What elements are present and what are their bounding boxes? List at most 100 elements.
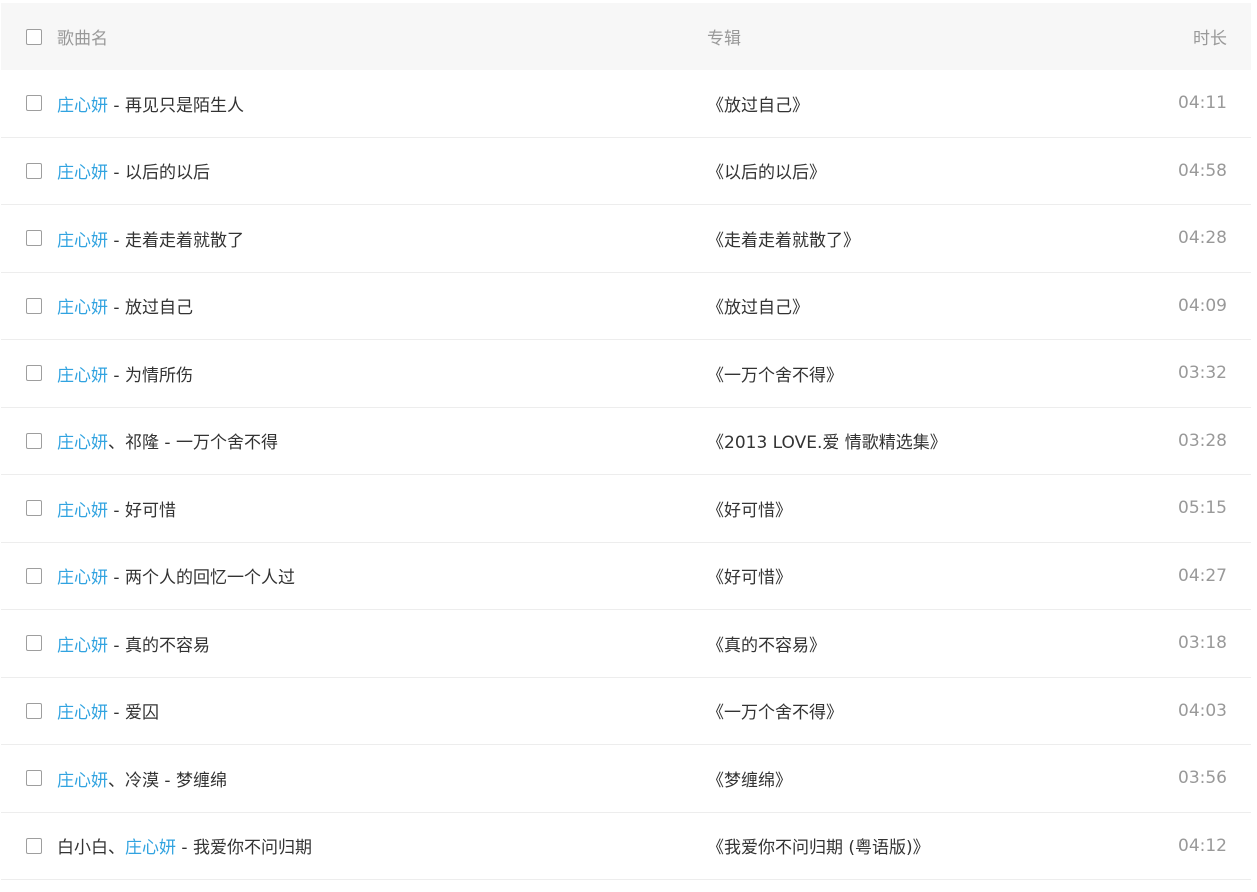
artist-link[interactable]: 庄心妍 — [57, 636, 108, 656]
table-row[interactable]: 庄心妍 - 再见只是陌生人 《放过自己》 04:11 — [1, 70, 1251, 138]
song-title-cell: 庄心妍 - 以后的以后 — [57, 158, 707, 183]
table-row[interactable]: 庄心妍 - 真的不容易 《真的不容易》 03:18 — [1, 610, 1251, 678]
song-rows: 庄心妍 - 再见只是陌生人 《放过自己》 04:11 庄心妍 - 以后的以后 《以后的以… — [1, 70, 1251, 880]
row-checkbox-cell — [1, 678, 57, 745]
table-row[interactable]: 白小白、庄心妍 - 我爱你不问归期 《我爱你不问归期 (粤语版)》 04:12 — [1, 813, 1251, 880]
checkbox-icon[interactable] — [26, 567, 42, 584]
artist-link[interactable]: 庄心妍 — [57, 703, 108, 723]
album-link[interactable]: 《2013 LOVE.爱 情歌精选集》 — [707, 433, 947, 453]
checkbox-icon[interactable] — [26, 500, 42, 517]
duration-cell: 03:28 — [1178, 430, 1227, 451]
row-checkbox-cell — [1, 610, 57, 677]
checkbox-icon[interactable] — [26, 837, 42, 854]
song-title-cell: 庄心妍 - 好可惜 — [57, 496, 707, 521]
song-name[interactable]: 好可惜 — [125, 501, 176, 521]
header-duration: 时长 — [1193, 29, 1227, 49]
song-title-cell: 庄心妍 - 放过自己 — [57, 293, 707, 318]
song-title-cell: 庄心妍 - 为情所伤 — [57, 361, 707, 386]
table-row[interactable]: 庄心妍、冷漠 - 梦缠绵 《梦缠绵》 03:56 — [1, 745, 1251, 813]
select-all-checkbox[interactable] — [26, 28, 42, 45]
album-link[interactable]: 《一万个舍不得》 — [707, 366, 843, 386]
song-name[interactable]: 为情所伤 — [125, 366, 193, 386]
song-name[interactable]: 梦缠绵 — [176, 771, 227, 791]
checkbox-icon[interactable] — [26, 297, 42, 314]
song-name[interactable]: 走着走着就散了 — [125, 231, 244, 251]
row-checkbox-cell — [1, 340, 57, 407]
album-cell: 《放过自己》 — [707, 91, 1131, 116]
song-list-header: 歌曲名 专辑 时长 — [1, 3, 1251, 70]
duration-cell: 03:56 — [1178, 768, 1227, 789]
album-link[interactable]: 《放过自己》 — [707, 298, 809, 318]
row-checkbox-cell — [1, 543, 57, 610]
checkbox-icon[interactable] — [26, 162, 42, 179]
duration-cell: 03:18 — [1178, 633, 1227, 654]
table-row[interactable]: 庄心妍 - 两个人的回忆一个人过 《好可惜》 04:27 — [1, 543, 1251, 610]
artist-link[interactable]: 庄心妍 — [57, 96, 108, 116]
album-link[interactable]: 《梦缠绵》 — [707, 771, 792, 791]
song-title-cell: 庄心妍 - 再见只是陌生人 — [57, 91, 707, 116]
album-link[interactable]: 《走着走着就散了》 — [707, 231, 860, 251]
song-name[interactable]: 再见只是陌生人 — [125, 96, 244, 116]
artist-link[interactable]: 庄心妍 — [125, 838, 176, 858]
album-link[interactable]: 《放过自己》 — [707, 96, 809, 116]
table-row[interactable]: 庄心妍 - 走着走着就散了 《走着走着就散了》 04:28 — [1, 205, 1251, 273]
table-row[interactable]: 庄心妍 - 好可惜 《好可惜》 05:15 — [1, 475, 1251, 543]
select-all-cell — [1, 3, 57, 70]
song-name[interactable]: 真的不容易 — [125, 636, 210, 656]
duration-cell: 04:09 — [1178, 295, 1227, 316]
artist-song-dash: - — [108, 635, 125, 656]
duration-cell: 04:28 — [1178, 228, 1227, 249]
artist-separator: 、 — [108, 770, 125, 791]
album-link[interactable]: 《好可惜》 — [707, 501, 792, 521]
table-row[interactable]: 庄心妍 - 以后的以后 《以后的以后》 04:58 — [1, 138, 1251, 205]
checkbox-icon[interactable] — [26, 95, 42, 112]
duration-cell: 04:12 — [1178, 835, 1227, 856]
album-cell: 《2013 LOVE.爱 情歌精选集》 — [707, 428, 1131, 453]
artist-song-dash: - — [108, 230, 125, 251]
song-name[interactable]: 我爱你不问归期 — [193, 838, 312, 858]
album-link[interactable]: 《一万个舍不得》 — [707, 703, 843, 723]
song-name[interactable]: 放过自己 — [125, 298, 193, 318]
song-name[interactable]: 两个人的回忆一个人过 — [125, 568, 295, 588]
album-cell: 《好可惜》 — [707, 563, 1131, 588]
table-row[interactable]: 庄心妍 - 为情所伤 《一万个舍不得》 03:32 — [1, 340, 1251, 408]
album-link[interactable]: 《我爱你不问归期 (粤语版)》 — [707, 838, 930, 858]
artist-link[interactable]: 庄心妍 — [57, 163, 108, 183]
checkbox-icon[interactable] — [26, 770, 42, 787]
artist-name: 祁隆 — [125, 433, 159, 454]
artist-link[interactable]: 庄心妍 — [57, 433, 108, 453]
table-row[interactable]: 庄心妍、祁隆 - 一万个舍不得 《2013 LOVE.爱 情歌精选集》 03:28 — [1, 408, 1251, 475]
checkbox-icon[interactable] — [26, 230, 42, 247]
checkbox-icon[interactable] — [26, 365, 42, 382]
album-link[interactable]: 《好可惜》 — [707, 568, 792, 588]
table-row[interactable]: 庄心妍 - 爱囚 《一万个舍不得》 04:03 — [1, 678, 1251, 745]
artist-separator: 、 — [108, 838, 125, 859]
song-name[interactable]: 一万个舍不得 — [176, 433, 278, 453]
row-checkbox-cell — [1, 138, 57, 205]
header-title: 歌曲名 — [57, 29, 108, 49]
artist-song-dash: - — [176, 838, 193, 859]
checkbox-icon[interactable] — [26, 702, 42, 719]
album-cell: 《以后的以后》 — [707, 158, 1131, 183]
artist-link[interactable]: 庄心妍 — [57, 231, 108, 251]
artist-link[interactable]: 庄心妍 — [57, 501, 108, 521]
artist-link[interactable]: 庄心妍 — [57, 298, 108, 318]
artist-song-dash: - — [108, 568, 125, 589]
header-album: 专辑 — [707, 29, 741, 49]
artist-song-dash: - — [108, 365, 125, 386]
artist-link[interactable]: 庄心妍 — [57, 366, 108, 386]
song-title-cell: 白小白、庄心妍 - 我爱你不问归期 — [57, 833, 707, 858]
song-name[interactable]: 爱囚 — [125, 703, 159, 723]
artist-song-dash: - — [108, 95, 125, 116]
table-row[interactable]: 庄心妍 - 放过自己 《放过自己》 04:09 — [1, 273, 1251, 340]
checkbox-icon[interactable] — [26, 432, 42, 449]
album-cell: 《走着走着就散了》 — [707, 226, 1131, 251]
artist-link[interactable]: 庄心妍 — [57, 568, 108, 588]
checkbox-icon[interactable] — [26, 635, 42, 652]
row-checkbox-cell — [1, 408, 57, 475]
album-link[interactable]: 《真的不容易》 — [707, 636, 826, 656]
artist-link[interactable]: 庄心妍 — [57, 771, 108, 791]
album-cell: 《我爱你不问归期 (粤语版)》 — [707, 833, 1131, 858]
album-link[interactable]: 《以后的以后》 — [707, 163, 826, 183]
song-name[interactable]: 以后的以后 — [125, 163, 210, 183]
